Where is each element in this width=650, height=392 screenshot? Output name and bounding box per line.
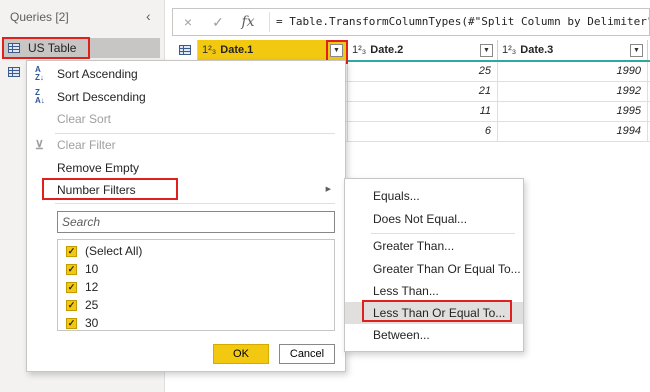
filter-dropdown-icon[interactable]: ▼ [330, 44, 343, 57]
sort-descending-icon: Z A↓ [35, 88, 45, 105]
confirm-formula-icon[interactable]: ✓ [203, 14, 233, 31]
queries-header: Queries [2] [10, 10, 69, 24]
cancel-formula-icon[interactable]: × [173, 14, 203, 30]
checkbox[interactable]: ✓ [66, 263, 77, 275]
table-icon [8, 43, 20, 53]
check-item-label: 30 [85, 316, 99, 330]
table-icon [178, 45, 191, 55]
column-header-date3[interactable]: 1²₃ Date.3 ▼ [498, 40, 648, 60]
column-name: Date.3 [520, 44, 554, 56]
ok-button[interactable]: OK [213, 344, 269, 364]
sort-ascending-icon: A Z↓ [35, 65, 44, 82]
check-item-label: 10 [85, 262, 99, 276]
clear-filter-icon: ⊻ [35, 138, 44, 152]
filter-dropdown-icon[interactable]: ▼ [480, 44, 493, 57]
check-item[interactable]: ✓ 10 [58, 260, 334, 278]
checkbox[interactable]: ✓ [66, 281, 77, 293]
check-item-label: 12 [85, 280, 99, 294]
check-item[interactable]: ✓ 30 [58, 314, 334, 332]
menu-item-label: Remove Empty [57, 161, 140, 175]
fx-icon[interactable]: fx [233, 14, 263, 30]
chevron-right-icon: ▶ [325, 186, 331, 193]
menu-divider [55, 203, 335, 204]
menu-item-label: Sort Descending [57, 90, 146, 104]
table-icon [8, 67, 20, 77]
greater-than-or-equal-item[interactable]: Greater Than Or Equal To... [345, 258, 523, 280]
column-name: Date.1 [220, 44, 254, 56]
menu-item-label: Number Filters [57, 183, 136, 197]
check-item-label: (Select All) [85, 244, 143, 258]
chevron-left-icon[interactable]: ‹ [146, 8, 151, 24]
checkbox[interactable]: ✓ [66, 299, 77, 311]
between-item[interactable]: Between... [345, 324, 523, 346]
number-type-icon[interactable]: 1²₃ [502, 44, 516, 56]
clear-sort-item: Clear Sort [27, 108, 345, 130]
less-than-or-equal-item[interactable]: Less Than Or Equal To... [345, 302, 523, 324]
number-filters-item[interactable]: Number Filters ▶ [27, 179, 345, 201]
sort-ascending-item[interactable]: A Z↓ Sort Ascending [27, 63, 345, 85]
greater-than-item[interactable]: Greater Than... [345, 235, 523, 257]
menu-item-label: Clear Sort [57, 112, 112, 126]
number-type-icon[interactable]: 1²₃ [202, 44, 216, 56]
menu-item-label: Clear Filter [57, 138, 116, 152]
cell-date3[interactable]: 1990 [498, 62, 648, 81]
checkbox[interactable]: ✓ [66, 245, 77, 257]
number-filters-submenu: Equals... Does Not Equal... Greater Than… [344, 178, 524, 352]
column-header-date1[interactable]: 1²₃ Date.1 ▼ [198, 40, 348, 60]
check-item-label: 25 [85, 298, 99, 312]
less-than-item[interactable]: Less Than... [345, 280, 523, 302]
cell-date2[interactable]: 21 [348, 82, 498, 101]
checkbox[interactable]: ✓ [66, 317, 77, 329]
sort-descending-item[interactable]: Z A↓ Sort Descending [27, 86, 345, 108]
column-filter-menu: A Z↓ Sort Ascending Z A↓ Sort Descending C… [26, 60, 346, 372]
cell-date2[interactable]: 25 [348, 62, 498, 81]
filter-dropdown-icon[interactable]: ▼ [630, 44, 643, 57]
query-item-label: US Table [28, 41, 77, 55]
cell-date3[interactable]: 1992 [498, 82, 648, 101]
column-name: Date.2 [370, 44, 404, 56]
check-item[interactable]: ✓ 25 [58, 296, 334, 314]
remove-empty-item[interactable]: Remove Empty [27, 157, 345, 179]
cell-date2[interactable]: 11 [348, 102, 498, 121]
menu-divider [371, 233, 515, 234]
table-menu-icon[interactable] [172, 40, 198, 60]
cell-date3[interactable]: 1995 [498, 102, 648, 121]
formula-input[interactable]: = Table.TransformColumnTypes(#"Split Col… [269, 12, 649, 32]
formula-bar: × ✓ fx = Table.TransformColumnTypes(#"Sp… [172, 8, 650, 36]
query-item-us-table[interactable]: US Table [4, 38, 160, 58]
search-input[interactable] [57, 211, 335, 233]
cell-date3[interactable]: 1994 [498, 122, 648, 141]
menu-item-label: Sort Ascending [57, 67, 138, 81]
value-checklist: ✓ (Select All) ✓ 10 ✓ 12 ✓ 25 ✓ 30 [57, 239, 335, 331]
equals-item[interactable]: Equals... [345, 185, 523, 207]
cancel-button[interactable]: Cancel [279, 344, 335, 364]
clear-filter-item: ⊻ Clear Filter [27, 134, 345, 156]
cell-date2[interactable]: 6 [348, 122, 498, 141]
number-type-icon[interactable]: 1²₃ [352, 44, 366, 56]
check-item-select-all[interactable]: ✓ (Select All) [58, 242, 334, 260]
check-item[interactable]: ✓ 12 [58, 278, 334, 296]
grid-header: 1²₃ Date.1 ▼ 1²₃ Date.2 ▼ 1²₃ Date.3 ▼ [172, 40, 650, 62]
does-not-equal-item[interactable]: Does Not Equal... [345, 208, 523, 230]
column-header-date2[interactable]: 1²₃ Date.2 ▼ [348, 40, 498, 60]
